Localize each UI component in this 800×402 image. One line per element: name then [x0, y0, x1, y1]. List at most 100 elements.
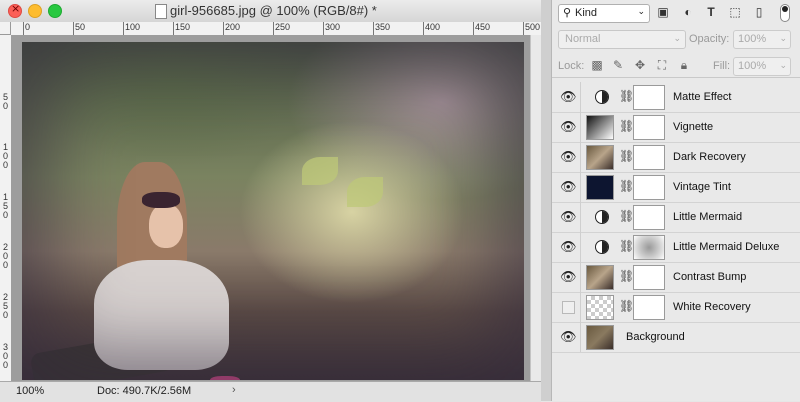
- layer-thumbnail[interactable]: [586, 265, 614, 290]
- ruler-label: 50: [75, 22, 86, 32]
- ruler-tick: [123, 22, 124, 35]
- blend-mode-select[interactable]: Normal ⌄: [558, 30, 686, 49]
- layer-thumbnail[interactable]: [586, 175, 614, 200]
- link-icon[interactable]: ⛓: [619, 149, 634, 163]
- layer-row[interactable]: ⛓ White Recovery: [552, 292, 800, 323]
- close-window-button[interactable]: [8, 2, 22, 18]
- eye-icon[interactable]: 👁︎: [560, 120, 577, 134]
- layer-name[interactable]: Matte Effect: [673, 91, 732, 103]
- chevron-down-icon: ⌄: [673, 33, 681, 43]
- layer-thumbnail[interactable]: [586, 145, 614, 170]
- photo-vignette: [22, 42, 524, 380]
- adjustment-filter-icon[interactable]: ◐: [681, 5, 695, 19]
- eye-icon[interactable]: 👁︎: [560, 180, 577, 194]
- eye-icon[interactable]: 👁︎: [560, 90, 577, 104]
- ruler-label: 5 0: [2, 92, 8, 111]
- eye-icon[interactable]: 👁︎: [560, 150, 577, 164]
- zoom-window-button[interactable]: [48, 4, 62, 18]
- ruler-tick: [373, 22, 374, 35]
- fill-field[interactable]: 100% ⌄: [733, 57, 791, 76]
- ruler-origin[interactable]: [0, 22, 11, 35]
- image-filter-icon[interactable]: ▣: [656, 5, 670, 19]
- lock-all-icon[interactable]: 🔒︎: [677, 58, 691, 72]
- layer-thumbnail[interactable]: [586, 325, 614, 350]
- layer-mask-thumbnail[interactable]: [633, 265, 665, 290]
- minimize-window-button[interactable]: [28, 4, 42, 18]
- eye-icon[interactable]: 👁︎: [560, 240, 577, 254]
- layer-mask-thumbnail[interactable]: [633, 145, 665, 170]
- layer-name[interactable]: Contrast Bump: [673, 271, 746, 283]
- layer-row[interactable]: 👁︎ ⛓ Contrast Bump: [552, 262, 800, 293]
- ruler-tick: [473, 22, 474, 35]
- layer-name[interactable]: White Recovery: [673, 301, 751, 313]
- filter-kind-label: Kind: [575, 7, 598, 19]
- divider: [580, 292, 581, 322]
- layers-panel: ⚲ Kind ⌄ ▣ ◐ T ⬚ ▯ Normal ⌄ Opacity: 100…: [551, 0, 800, 401]
- blend-row: Normal ⌄ Opacity: 100% ⌄: [552, 28, 800, 50]
- chevron-down-icon: ⌄: [779, 33, 787, 43]
- eye-icon[interactable]: 👁︎: [560, 330, 577, 344]
- layer-name[interactable]: Little Mermaid: [673, 211, 742, 223]
- layer-row[interactable]: 👁︎ ⛓ Matte Effect: [552, 82, 800, 113]
- eye-icon[interactable]: 👁︎: [560, 270, 577, 284]
- layer-row[interactable]: 👁︎ ⛓ Dark Recovery: [552, 142, 800, 173]
- divider: [580, 142, 581, 172]
- ruler-label: 100: [125, 22, 141, 32]
- layer-mask-thumbnail[interactable]: [633, 175, 665, 200]
- shape-filter-icon[interactable]: ⬚: [728, 5, 742, 19]
- adjustment-icon[interactable]: [595, 240, 609, 254]
- layer-name[interactable]: Vignette: [673, 121, 713, 133]
- adjustment-icon[interactable]: [595, 210, 609, 224]
- layer-thumbnail[interactable]: [586, 115, 614, 140]
- link-icon[interactable]: ⛓: [619, 179, 634, 193]
- layer-mask-thumbnail[interactable]: [633, 295, 665, 320]
- lock-transparent-icon[interactable]: ▩: [590, 58, 604, 72]
- layer-mask-thumbnail[interactable]: [633, 115, 665, 140]
- smart-object-filter-icon[interactable]: ▯: [752, 5, 766, 19]
- layer-name[interactable]: Dark Recovery: [673, 151, 746, 163]
- layer-row[interactable]: 👁︎ ⛓ Vignette: [552, 112, 800, 143]
- visibility-toggle[interactable]: [562, 301, 575, 314]
- link-icon[interactable]: ⛓: [619, 209, 634, 223]
- layer-mask-thumbnail[interactable]: [633, 85, 665, 110]
- lock-position-icon[interactable]: ✥: [633, 58, 647, 72]
- horizontal-ruler[interactable]: 0 50 100 150 200 250 300 350 400 450 500: [11, 22, 541, 36]
- layer-name[interactable]: Background: [626, 331, 685, 343]
- layer-row[interactable]: 👁︎ ⛓ Little Mermaid Deluxe: [552, 232, 800, 263]
- filter-toggle[interactable]: [780, 4, 790, 22]
- status-menu-arrow[interactable]: ›: [232, 384, 236, 396]
- opacity-field[interactable]: 100% ⌄: [733, 30, 791, 49]
- link-icon[interactable]: ⛓: [619, 239, 634, 253]
- type-filter-icon[interactable]: T: [704, 5, 718, 19]
- filter-kind-select[interactable]: ⚲ Kind ⌄: [558, 4, 650, 23]
- adjustment-icon[interactable]: [595, 90, 609, 104]
- divider: [580, 202, 581, 232]
- layer-mask-thumbnail[interactable]: [633, 235, 665, 260]
- ruler-tick: [73, 22, 74, 35]
- document-size: Doc: 490.7K/2.56M: [97, 385, 192, 397]
- link-icon[interactable]: ⛓: [619, 89, 634, 103]
- eye-icon[interactable]: 👁︎: [560, 210, 577, 224]
- lock-label: Lock:: [558, 60, 585, 72]
- lock-artboard-icon[interactable]: ⛶: [655, 58, 669, 72]
- layer-name[interactable]: Vintage Tint: [673, 181, 731, 193]
- layer-mask-thumbnail[interactable]: [633, 205, 665, 230]
- photo-canvas[interactable]: [22, 42, 524, 380]
- layer-row[interactable]: 👁︎ ⛓ Little Mermaid: [552, 202, 800, 233]
- panel-gutter: [541, 0, 551, 401]
- lock-pixels-icon[interactable]: ✎: [611, 58, 625, 72]
- ruler-label: 300: [325, 22, 341, 32]
- ruler-label: 1 0 0: [2, 142, 8, 170]
- link-icon[interactable]: ⛓: [619, 299, 634, 313]
- ruler-tick: [273, 22, 274, 35]
- link-icon[interactable]: ⛓: [619, 269, 634, 283]
- layer-row[interactable]: 👁︎ ⛓ Vintage Tint: [552, 172, 800, 203]
- layer-thumbnail[interactable]: [586, 295, 614, 320]
- link-icon[interactable]: ⛓: [619, 119, 634, 133]
- layer-row[interactable]: 👁︎ Background: [552, 322, 800, 353]
- divider: [580, 232, 581, 262]
- ruler-tick: [23, 22, 24, 35]
- layer-name[interactable]: Little Mermaid Deluxe: [673, 241, 779, 253]
- ruler-label: 500: [525, 22, 541, 32]
- zoom-level[interactable]: 100%: [16, 385, 44, 397]
